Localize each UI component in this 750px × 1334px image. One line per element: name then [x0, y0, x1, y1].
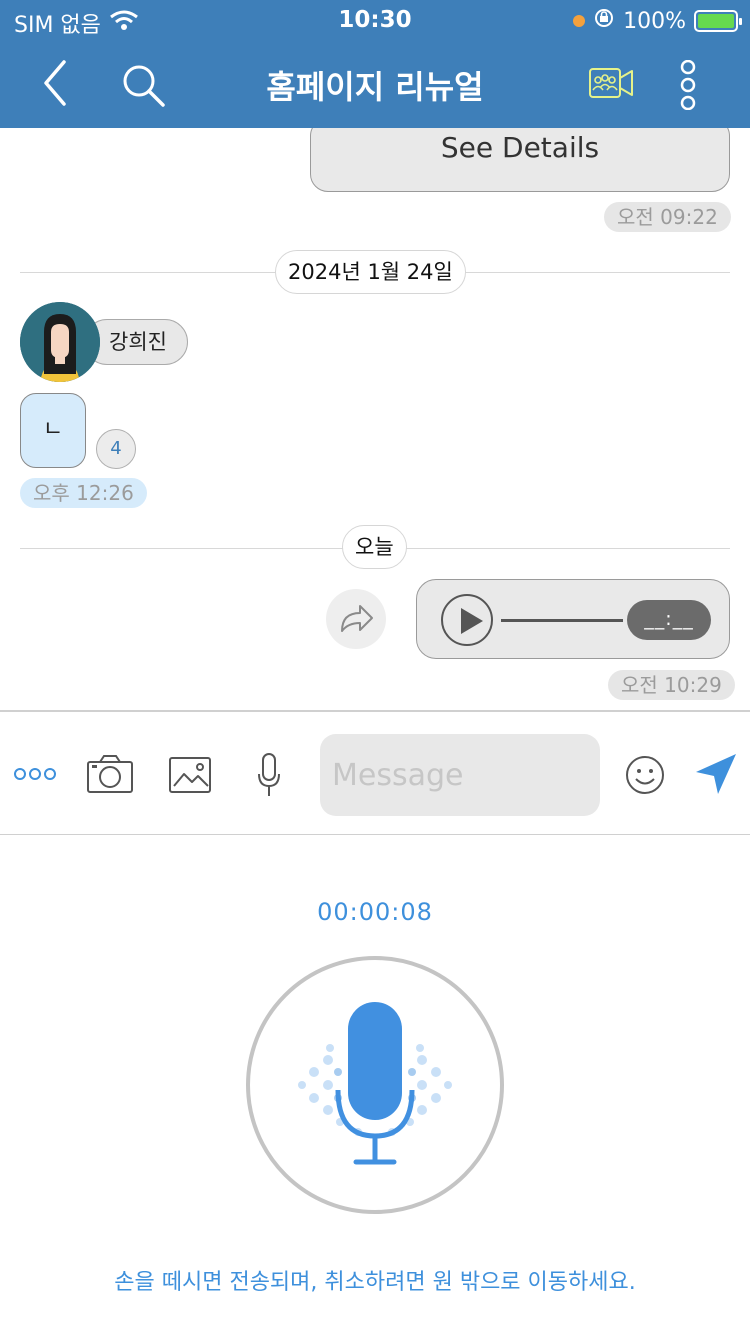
unread-count-badge: 4 [96, 429, 136, 469]
room-title: 홈페이지 리뉴얼 [266, 68, 484, 106]
message-time: 오후 12:26 [20, 478, 147, 508]
recording-timer: 00:00:08 [317, 898, 433, 926]
microphone-icon [250, 1002, 500, 1214]
battery-icon [694, 10, 742, 32]
message-input[interactable] [320, 734, 600, 816]
record-button[interactable] [246, 956, 504, 1214]
recording-hint: 손을 떼시면 전송되며, 취소하려면 원 밖으로 이동하세요. [114, 1270, 636, 1295]
voice-duration: __:__ [627, 600, 711, 640]
date-divider: 2024년 1월 24일 [275, 250, 466, 294]
group-video-call-icon[interactable] [588, 66, 634, 104]
status-bar: SIM 없음 10:30 100% [0, 0, 750, 40]
top-bar: SIM 없음 10:30 100% 홈페이지 리뉴얼 [0, 0, 750, 128]
microphone-icon[interactable] [256, 752, 282, 802]
privacy-indicator-icon [573, 15, 586, 27]
camera-icon[interactable] [86, 754, 134, 798]
more-icon[interactable] [14, 764, 58, 788]
send-icon[interactable] [694, 752, 738, 800]
rotation-lock-icon [593, 7, 615, 35]
voice-message-bubble: __:__ [416, 579, 730, 659]
battery-percent: 100% [623, 8, 686, 34]
message-time: 오전 10:29 [608, 670, 735, 700]
voice-progress-track[interactable] [501, 619, 623, 622]
forward-icon [326, 605, 386, 653]
message-list[interactable]: See Details 오전 09:22 2024년 1월 24일 강희진 ㄴ … [0, 128, 750, 710]
avatar[interactable] [20, 302, 100, 382]
emoji-icon[interactable] [624, 754, 666, 800]
message-time: 오전 09:22 [604, 202, 731, 232]
see-details-button[interactable]: See Details [310, 128, 730, 192]
message-bubble[interactable]: ㄴ [20, 393, 86, 468]
more-options-icon[interactable] [678, 59, 698, 114]
chat-screen: SIM 없음 10:30 100% 홈페이지 리뉴얼 See Details 오… [0, 0, 750, 1334]
gallery-icon[interactable] [168, 756, 212, 798]
nav-bar: 홈페이지 리뉴얼 [0, 40, 750, 128]
forward-button[interactable] [326, 589, 386, 649]
date-divider-today: 오늘 [342, 525, 407, 569]
message-input-bar [0, 710, 750, 835]
play-icon[interactable] [441, 594, 493, 646]
